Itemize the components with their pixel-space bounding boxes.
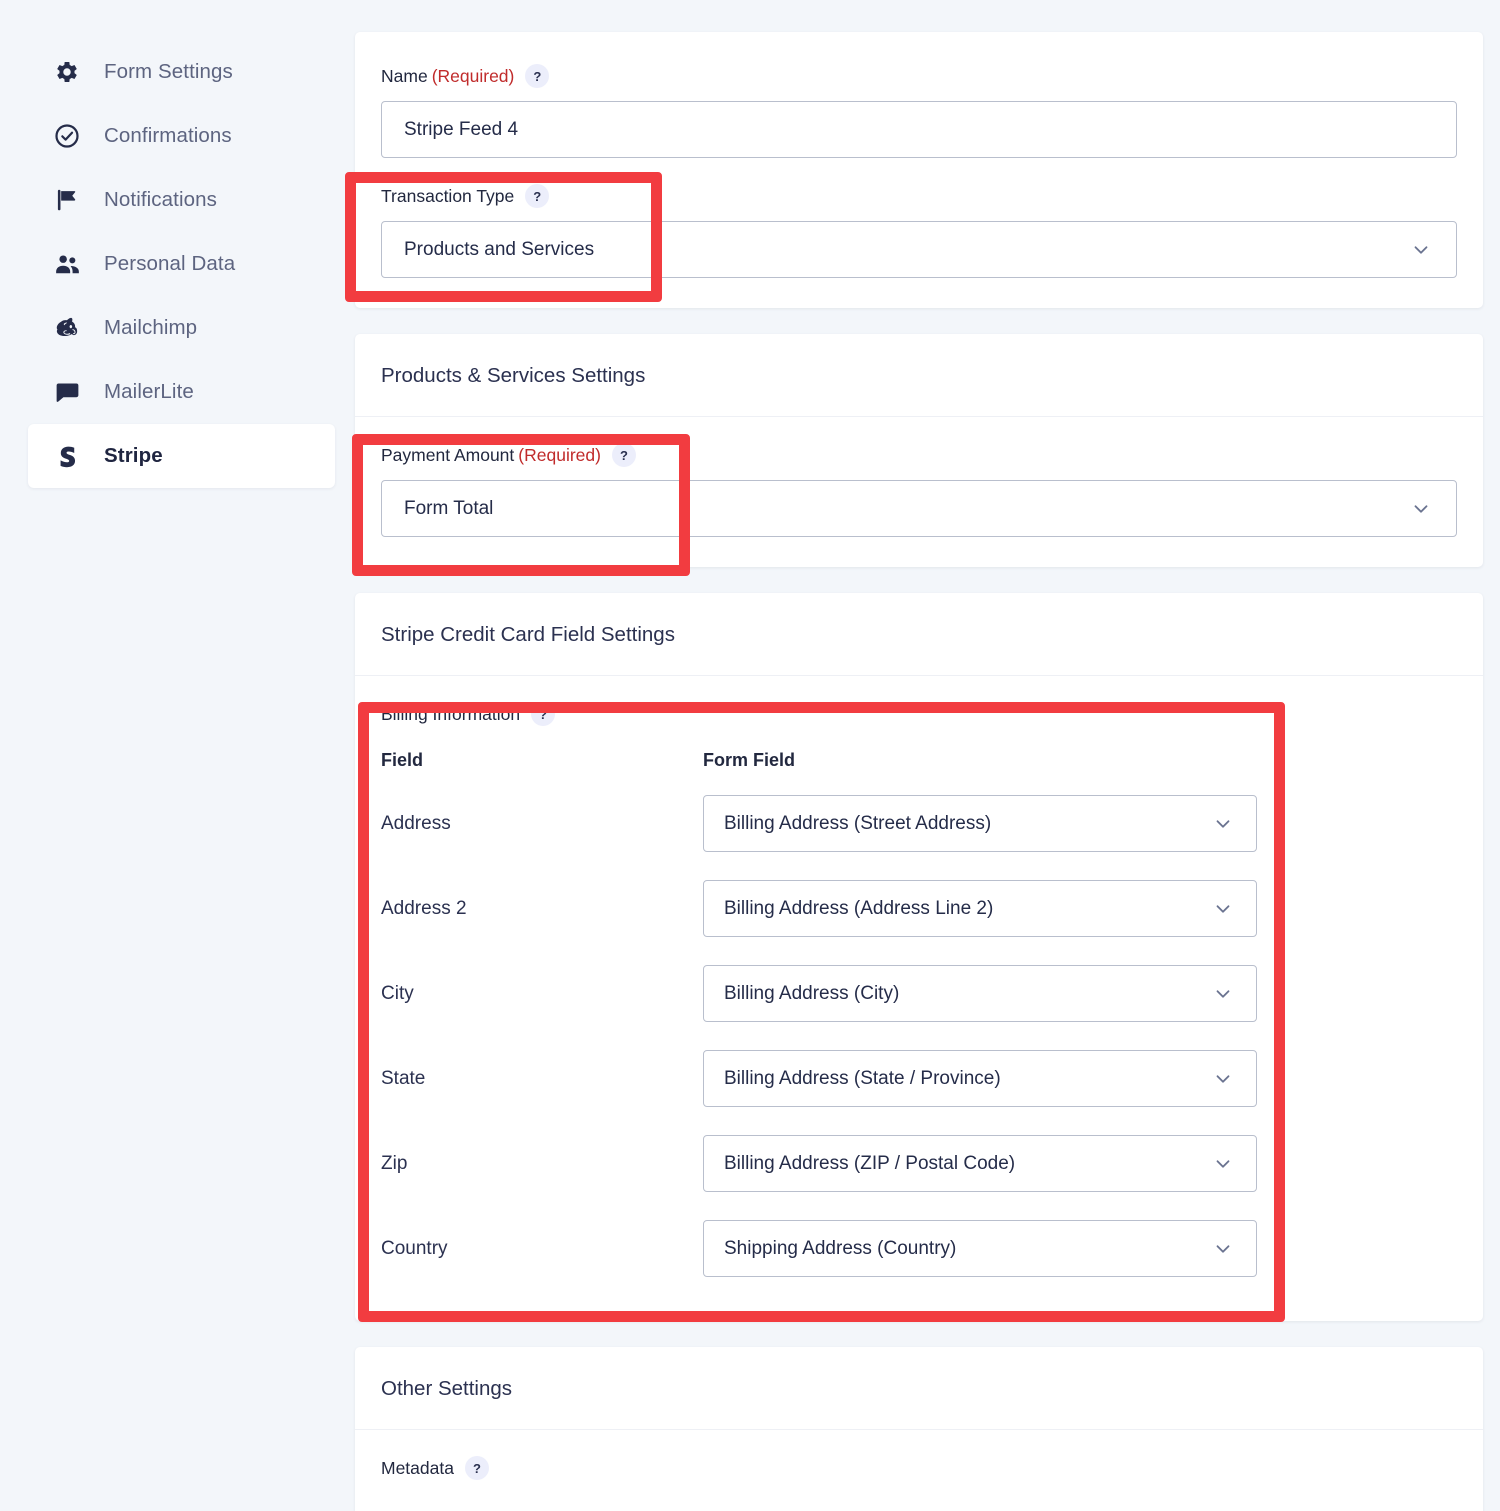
- billing-form-field-select[interactable]: Billing Address (State / Province): [703, 1050, 1257, 1107]
- feed-name-input[interactable]: Stripe Feed 4: [381, 101, 1457, 158]
- billing-form-field-select[interactable]: Billing Address (ZIP / Postal Code): [703, 1135, 1257, 1192]
- billing-form-field-value: Billing Address (Street Address): [724, 812, 992, 834]
- billing-field-name: City: [381, 982, 414, 1004]
- sidebar-item-label: Mailchimp: [104, 316, 198, 339]
- billing-table-body: Address Billing Address (Street Address) A…: [381, 781, 1457, 1291]
- column-header-form-field: Form Field: [703, 750, 796, 770]
- payment-amount-field-row: Payment Amount (Required) ? Form Total: [381, 443, 1457, 537]
- billing-field-name: Country: [381, 1237, 448, 1259]
- name-required-text: (Required): [431, 65, 515, 86]
- billing-form-field-value: Shipping Address (Country): [724, 1237, 957, 1259]
- billing-form-field-select[interactable]: Billing Address (City): [703, 965, 1257, 1022]
- billing-field-name: Address 2: [381, 897, 467, 919]
- table-row: State Billing Address (State / Province): [381, 1036, 1457, 1121]
- transaction-type-label-text: Transaction Type: [381, 185, 515, 206]
- transaction-type-value: Products and Services: [404, 238, 595, 260]
- chevron-down-icon: [1212, 983, 1234, 1005]
- sidebar-item-confirmations[interactable]: Confirmations: [0, 104, 335, 168]
- billing-information-label: Billing Information ?: [381, 702, 1457, 726]
- other-settings-header: Other Settings: [355, 1347, 1483, 1430]
- sidebar-item-mailchimp[interactable]: Mailchimp: [0, 296, 335, 360]
- table-row: Country Shipping Address (Country): [381, 1206, 1457, 1291]
- sidebar-item-label: Confirmations: [104, 124, 232, 147]
- transaction-type-label: Transaction Type ?: [381, 184, 1457, 208]
- transaction-type-select[interactable]: Products and Services: [381, 221, 1457, 278]
- stripe-s-icon: [52, 441, 82, 471]
- help-icon[interactable]: ?: [611, 443, 636, 467]
- billing-field-name: State: [381, 1067, 426, 1089]
- feed-settings-page: Form Settings Confirmations Notification…: [0, 0, 1500, 1511]
- sidebar-item-mailerlite[interactable]: MailerLite: [0, 360, 335, 424]
- flag-icon: [52, 185, 82, 215]
- credit-card-settings-header: Stripe Credit Card Field Settings: [355, 593, 1483, 676]
- other-settings-title: Other Settings: [381, 1377, 513, 1400]
- sidebar-nav: Form Settings Confirmations Notification…: [0, 0, 335, 488]
- billing-form-field-select[interactable]: Billing Address (Address Line 2): [703, 880, 1257, 937]
- metadata-label-text: Metadata: [381, 1457, 454, 1478]
- chevron-down-icon: [1212, 813, 1234, 835]
- credit-card-settings-title: Stripe Credit Card Field Settings: [381, 623, 675, 646]
- products-services-card: Products & Services Settings Payment Amo…: [355, 334, 1483, 567]
- billing-information-label-text: Billing Information: [381, 703, 521, 724]
- sidebar-item-label: MailerLite: [104, 380, 194, 403]
- chevron-down-icon: [1212, 1153, 1234, 1175]
- payment-amount-label: Payment Amount (Required) ?: [381, 443, 1457, 467]
- table-row: Zip Billing Address (ZIP / Postal Code): [381, 1121, 1457, 1206]
- table-row: City Billing Address (City): [381, 951, 1457, 1036]
- metadata-label: Metadata ?: [381, 1456, 1457, 1480]
- feed-basic-card: Name (Required) ? Stripe Feed 4 Transact…: [355, 32, 1483, 308]
- payment-amount-select[interactable]: Form Total: [381, 480, 1457, 537]
- sidebar-item-label: Notifications: [104, 188, 217, 211]
- check-circle-icon: [52, 121, 82, 151]
- products-services-title: Products & Services Settings: [381, 364, 646, 387]
- payment-amount-value: Form Total: [404, 497, 494, 519]
- chevron-down-icon: [1410, 239, 1432, 261]
- name-field-row: Name (Required) ? Stripe Feed 4: [381, 64, 1457, 158]
- transaction-type-field-row: Transaction Type ? Products and Services: [381, 184, 1457, 278]
- sidebar-item-label: Stripe: [104, 444, 163, 467]
- people-icon: [52, 249, 82, 279]
- help-icon[interactable]: ?: [531, 702, 556, 726]
- billing-form-field-value: Billing Address (Address Line 2): [724, 897, 994, 919]
- column-header-field: Field: [381, 750, 424, 770]
- help-icon[interactable]: ?: [525, 184, 550, 208]
- billing-form-field-value: Billing Address (ZIP / Postal Code): [724, 1152, 1016, 1174]
- table-row: Address Billing Address (Street Address): [381, 781, 1457, 866]
- sidebar-item-personal-data[interactable]: Personal Data: [0, 232, 335, 296]
- name-label-text: Name: [381, 65, 428, 86]
- chevron-down-icon: [1212, 1238, 1234, 1260]
- payment-amount-label-text: Payment Amount: [381, 444, 515, 465]
- billing-form-field-select[interactable]: Billing Address (Street Address): [703, 795, 1257, 852]
- products-services-header: Products & Services Settings: [355, 334, 1483, 417]
- chevron-down-icon: [1212, 1068, 1234, 1090]
- other-settings-card: Other Settings Metadata ?: [355, 1347, 1483, 1511]
- chevron-down-icon: [1410, 498, 1432, 520]
- sidebar-item-form-settings[interactable]: Form Settings: [0, 40, 335, 104]
- table-row: Address 2 Billing Address (Address Line 2…: [381, 866, 1457, 951]
- billing-form-field-select[interactable]: Shipping Address (Country): [703, 1220, 1257, 1277]
- sidebar-item-stripe[interactable]: Stripe: [28, 424, 335, 488]
- credit-card-settings-card: Stripe Credit Card Field Settings Billin…: [355, 593, 1483, 1321]
- billing-field-name: Address: [381, 812, 451, 834]
- name-label: Name (Required) ?: [381, 64, 1457, 88]
- help-icon[interactable]: ?: [464, 1456, 489, 1480]
- billing-form-field-value: Billing Address (State / Province): [724, 1067, 1001, 1089]
- speech-bubble-icon: [52, 377, 82, 407]
- mailchimp-icon: [52, 313, 82, 343]
- billing-field-name: Zip: [381, 1152, 408, 1174]
- feed-settings-main: Name (Required) ? Stripe Feed 4 Transact…: [355, 32, 1483, 1511]
- chevron-down-icon: [1212, 898, 1234, 920]
- billing-table-header: Field Form Field: [381, 750, 1457, 771]
- payment-amount-required-text: (Required): [518, 444, 601, 465]
- sidebar-item-label: Personal Data: [104, 252, 236, 275]
- gear-icon: [52, 57, 82, 87]
- billing-form-field-value: Billing Address (City): [724, 982, 900, 1004]
- sidebar-item-notifications[interactable]: Notifications: [0, 168, 335, 232]
- sidebar-item-label: Form Settings: [104, 60, 233, 83]
- help-icon[interactable]: ?: [525, 64, 550, 88]
